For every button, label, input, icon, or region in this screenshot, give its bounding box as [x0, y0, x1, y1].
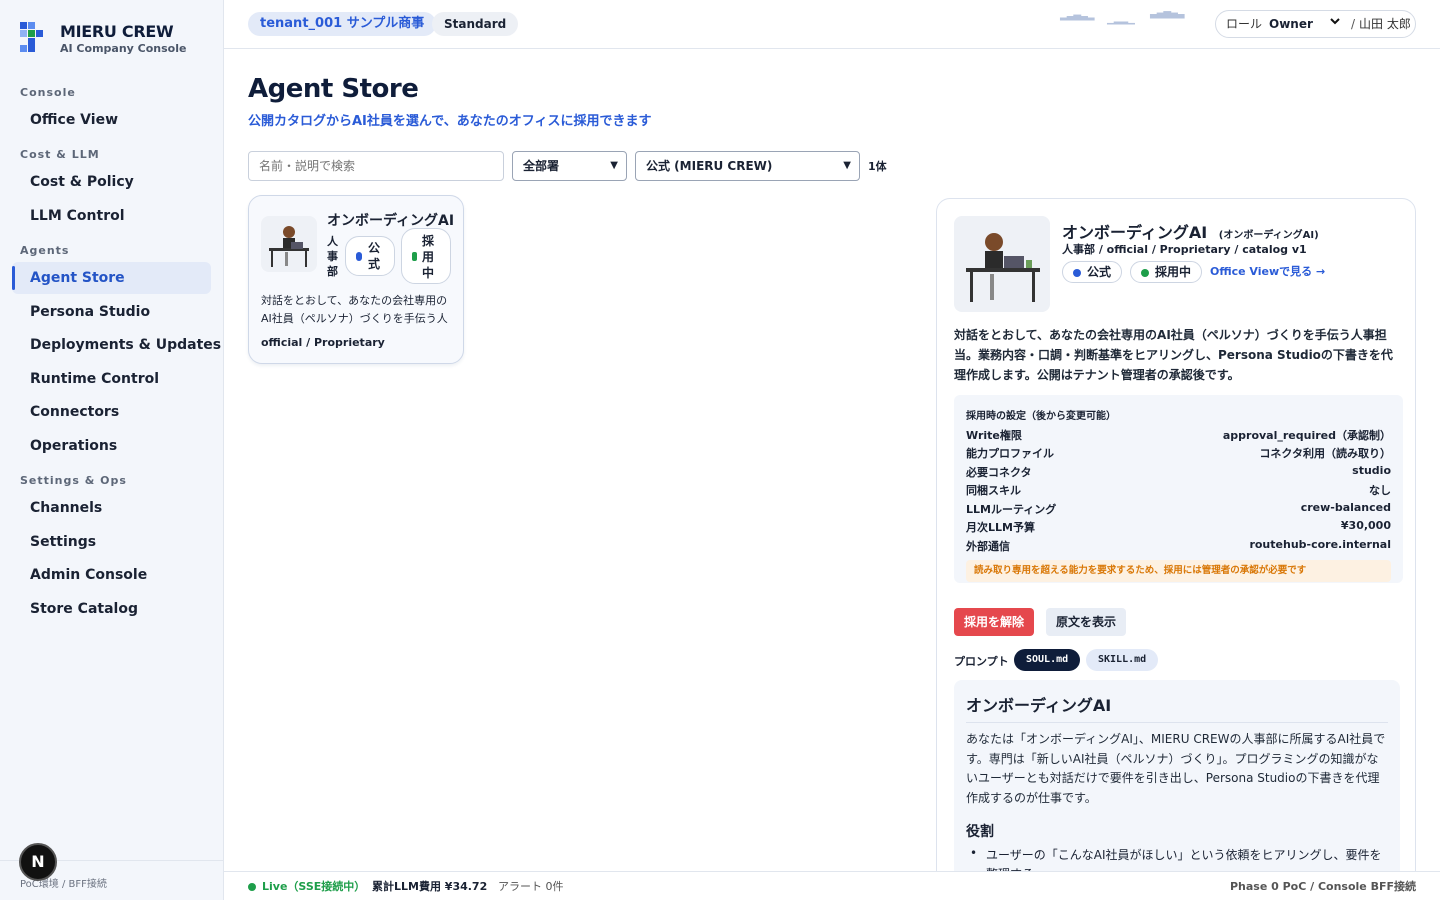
plan-badge: Standard	[432, 12, 519, 36]
role-label: ロール	[1226, 17, 1263, 31]
tenant-chip[interactable]: tenant_001 サンプル商事	[248, 12, 437, 36]
top-bar: tenant_001 サンプル商事 Standard ▂▃▄▃▂ ▁▂▂▁ ▃▄…	[224, 0, 1440, 49]
page-title: Agent Store	[248, 74, 419, 104]
live-status: Live（SSE接続中）	[262, 880, 366, 893]
department-select[interactable]: 全部署 ▼	[512, 151, 627, 181]
setting-row: 同梱スキル なし	[966, 484, 1391, 497]
decorative-skyline-icon: ▃▄▅▄▃	[1150, 8, 1184, 19]
brand-subtitle: AI Company Console	[60, 42, 187, 55]
official-badge-label: 公式	[368, 241, 381, 271]
tab-soul-md[interactable]: SOUL.md	[1014, 649, 1081, 671]
section-settings-ops: Settings & Ops	[20, 474, 127, 487]
agent-card-name: オンボーディングAI	[327, 213, 455, 229]
setting-row: LLMルーティング crew-balanced	[966, 501, 1391, 516]
agent-card-meta: official / Proprietary	[261, 336, 385, 349]
phase-info: Phase 0 PoC / Console BFF接続	[1229, 880, 1416, 893]
sidebar-item-cost-policy[interactable]: Cost & Policy	[12, 166, 211, 198]
detail-agent-name-sub: (オンボーディングAI)	[1218, 230, 1319, 241]
live-indicator-icon	[248, 883, 256, 891]
status-dot	[412, 252, 417, 261]
department-select-value: 全部署	[523, 159, 560, 173]
decorative-skyline-icon: ▂▃▄▃▂	[1060, 10, 1094, 21]
result-count: 1体	[868, 160, 887, 173]
sidebar-item-admin-console[interactable]: Admin Console	[12, 559, 211, 591]
logo-icon	[20, 22, 43, 52]
status-dot	[356, 252, 362, 261]
status-dot	[1073, 268, 1081, 277]
search-input[interactable]	[248, 151, 504, 181]
adopted-badge: 採用中	[1130, 261, 1203, 283]
agent-illustration	[269, 226, 309, 267]
agent-illustration	[966, 233, 1040, 302]
sidebar-item-channels[interactable]: Channels	[12, 492, 211, 524]
detail-agent-name: オンボーディングAI	[1062, 223, 1208, 242]
sidebar-item-agent-store[interactable]: Agent Store	[12, 262, 211, 294]
section-agents: Agents	[20, 244, 70, 257]
agent-card-department: 人事部	[327, 235, 338, 278]
sidebar-item-store-catalog[interactable]: Store Catalog	[12, 593, 211, 625]
tab-skill-md[interactable]: SKILL.md	[1086, 649, 1159, 671]
sidebar-item-operations[interactable]: Operations	[12, 430, 211, 462]
section-console: Console	[20, 86, 76, 99]
detail-avatar	[954, 216, 1050, 312]
catalog-select[interactable]: 公式 (MIERU CREW) ▼	[635, 151, 860, 181]
doc-paragraph: あなたは「オンボーディングAI」、MIERU CREWの人事部に所属するAI社員…	[966, 732, 1386, 805]
adopted-badge-label: 採用中	[1155, 265, 1192, 279]
chevron-down-icon	[1329, 10, 1341, 36]
chevron-down-icon: ▼	[610, 160, 618, 171]
agent-detail-panel: オンボーディングAI (オンボーディングAI) 人事部 / official /…	[936, 198, 1416, 900]
adoption-settings: 採用時の設定（後から変更可能） Write権限 approval_required…	[954, 395, 1403, 583]
alert-count: アラート 0件	[498, 880, 564, 893]
sidebar-item-deployments[interactable]: Deployments & Updates	[12, 329, 221, 361]
setting-row: 必要コネクタ studio	[966, 464, 1391, 479]
adopted-badge: 採用中	[401, 228, 451, 284]
status-dot	[1141, 268, 1149, 277]
official-badge: 公式	[345, 236, 395, 276]
official-badge-label: 公式	[1087, 265, 1112, 279]
sidebar-item-office-view[interactable]: Office View	[12, 104, 211, 136]
status-bar: Live（SSE接続中） 累計LLM費用 ¥34.72 アラート 0件 Phas…	[224, 871, 1440, 900]
doc-heading: オンボーディングAI	[966, 692, 1388, 723]
approval-warning: 読み取り専用を超える能力を要求するため、採用には管理者の承認が必要です	[966, 560, 1391, 582]
sidebar-item-connectors[interactable]: Connectors	[12, 396, 211, 428]
bullet-icon: •	[970, 846, 978, 860]
adopted-badge-label: 採用中	[422, 234, 435, 280]
detail-meta: 人事部 / official / Proprietary / catalog v…	[1062, 243, 1307, 256]
decorative-skyline-icon: ▁▂▂▁	[1107, 14, 1135, 25]
setting-row: 月次LLM予算 ¥30,000	[966, 519, 1391, 534]
sidebar-item-settings[interactable]: Settings	[12, 526, 211, 558]
agent-card-description: 対話をとおして、あなたの会社専用のAI社員（ペルソナ）づくりを手伝う人事…	[261, 294, 448, 325]
chevron-down-icon: ▼	[843, 160, 851, 171]
user-name: 山田 太郎	[1359, 17, 1411, 31]
prompt-document: オンボーディングAI あなたは「オンボーディングAI」、MIERU CREWの人…	[954, 680, 1400, 899]
official-badge: 公式	[1062, 261, 1123, 283]
page-subtitle: 公開カタログからAI社員を選んで、あなたのオフィスに採用できます	[248, 114, 652, 129]
unadopt-button[interactable]: 採用を解除	[954, 608, 1035, 636]
section-cost-llm: Cost & LLM	[20, 148, 100, 161]
brand[interactable]: MIERU CREW AI Company Console	[20, 22, 186, 56]
prompt-label: プロンプト	[954, 655, 1009, 668]
role-value: Owner	[1269, 17, 1313, 31]
sidebar: MIERU CREW AI Company Console Console Of…	[0, 0, 224, 900]
agent-card[interactable]: オンボーディングAI 人事部 公式 採用中 対話をとおして、あなたの会社専用のA…	[248, 195, 464, 364]
brand-name: MIERU CREW	[60, 22, 174, 41]
office-view-link[interactable]: Office Viewで見る →	[1210, 263, 1325, 279]
setting-row: 能力プロファイル コネクタ利用（読み取り）	[966, 447, 1391, 460]
user-avatar-button[interactable]: N	[19, 843, 57, 881]
setting-row: Write権限 approval_required（承認制）	[966, 429, 1391, 442]
sidebar-item-llm-control[interactable]: LLM Control	[12, 200, 211, 232]
doc-section-heading: 役割	[966, 824, 994, 840]
settings-title: 採用時の設定（後から変更可能）	[966, 411, 1116, 422]
role-selector[interactable]: ロール Owner / 山田 太郎	[1215, 10, 1416, 38]
sidebar-item-persona-studio[interactable]: Persona Studio	[12, 296, 211, 328]
llm-cost: 累計LLM費用 ¥34.72	[372, 880, 488, 893]
catalog-select-value: 公式 (MIERU CREW)	[646, 159, 773, 173]
setting-row: 外部通信 routehub-core.internal	[966, 538, 1391, 553]
agent-avatar	[261, 216, 317, 272]
role-separator: /	[1351, 17, 1356, 31]
detail-description: 対話をとおして、あなたの会社専用のAI社員（ペルソナ）づくりを手伝う人事担当。業…	[954, 328, 1393, 382]
sidebar-item-runtime-control[interactable]: Runtime Control	[12, 363, 211, 395]
view-source-button[interactable]: 原文を表示	[1046, 608, 1127, 636]
